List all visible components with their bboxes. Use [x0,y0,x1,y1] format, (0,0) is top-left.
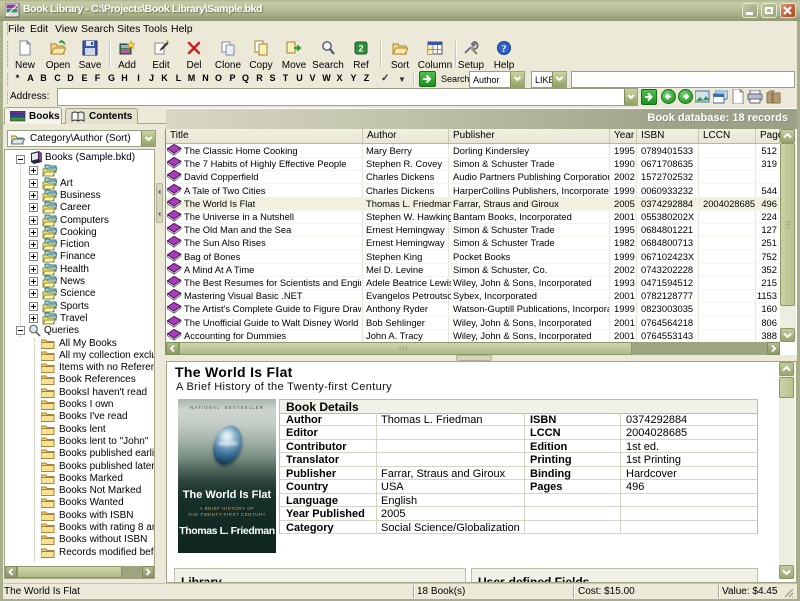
svg-text:2: 2 [358,44,363,54]
svg-text:?: ? [502,44,507,55]
